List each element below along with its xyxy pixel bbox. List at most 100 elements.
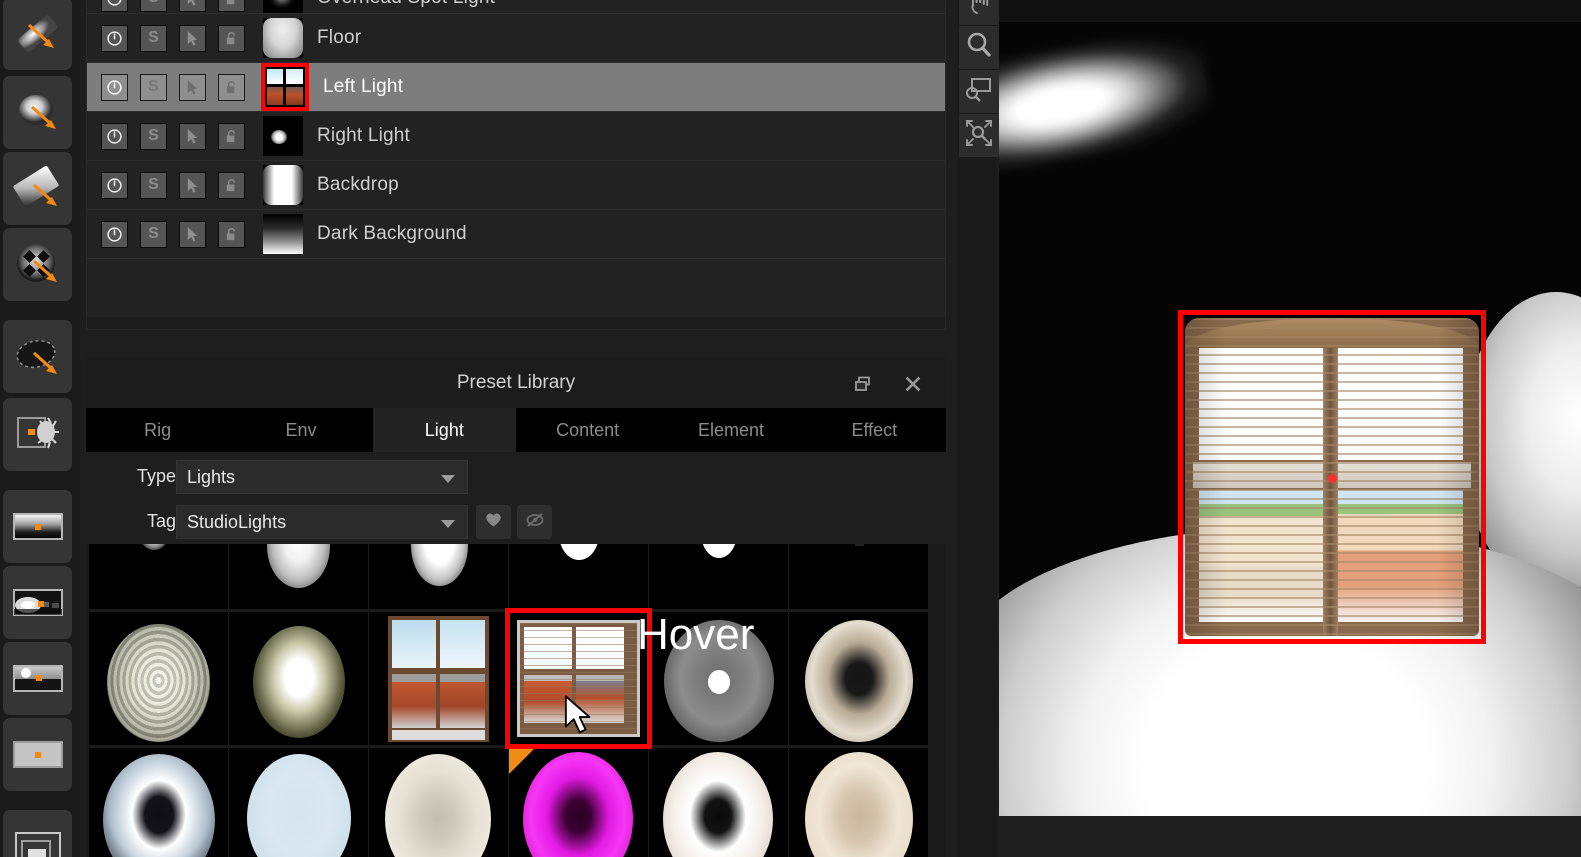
power-toggle[interactable] [101, 171, 128, 199]
hidden-filter-button[interactable] [517, 505, 552, 539]
hdri-env-tool[interactable] [3, 566, 72, 639]
viewport-render[interactable] [999, 22, 1581, 816]
preset-item[interactable] [789, 544, 928, 609]
scene-row-dark-background[interactable]: S Dark Background [87, 210, 945, 259]
row-thumbnail [263, 214, 303, 254]
sun-env-tool[interactable] [3, 642, 72, 715]
preset-item[interactable] [89, 612, 228, 745]
flat-env-tool[interactable] [3, 718, 72, 791]
checker-tool[interactable] [3, 228, 72, 301]
select-toggle[interactable] [179, 122, 206, 150]
row-thumbnail-highlighted[interactable] [261, 63, 309, 111]
favorite-filter-button[interactable] [476, 505, 511, 539]
tab-content[interactable]: Content [515, 408, 660, 452]
preset-grid[interactable]: N [86, 544, 946, 857]
power-toggle[interactable] [101, 0, 128, 12]
lock-toggle[interactable] [218, 122, 245, 150]
type-value: Lights [187, 466, 236, 487]
hover-annotation-text: Hover [637, 610, 755, 659]
preset-item[interactable] [509, 544, 648, 609]
zoom-tool[interactable] [959, 26, 999, 69]
rotate-arrow-icon [10, 85, 66, 141]
pan-tool[interactable] [959, 0, 999, 25]
preset-item[interactable] [89, 544, 228, 609]
viewport-bottom-bar [999, 816, 1581, 857]
row-thumbnail [263, 116, 303, 156]
preset-item[interactable] [649, 748, 788, 857]
lock-toggle[interactable] [218, 0, 245, 12]
preset-item[interactable] [229, 544, 368, 609]
hdri-strip-icon [10, 575, 66, 631]
preset-item[interactable]: N [509, 748, 648, 857]
tab-light[interactable]: Light [372, 408, 516, 452]
scale-plane-tool[interactable] [3, 152, 72, 225]
type-label: Type [136, 466, 176, 486]
scene-row-backdrop[interactable]: S Backdrop [87, 161, 945, 210]
select-toggle[interactable] [179, 0, 206, 12]
tag-label: Tag [146, 511, 176, 531]
preset-library-titlebar: Preset Library [86, 357, 946, 408]
light-panel-tool[interactable] [3, 398, 72, 471]
tag-dropdown[interactable]: StudioLights [176, 505, 468, 539]
power-toggle[interactable] [101, 24, 128, 52]
falloff-tool[interactable] [3, 320, 72, 393]
zoom-region-tool[interactable] [959, 70, 999, 113]
stack-tool[interactable] [3, 810, 72, 857]
tab-effect[interactable]: Effect [802, 408, 946, 452]
shadow-toggle[interactable]: S [140, 171, 167, 199]
select-toggle[interactable] [179, 24, 206, 52]
chevron-down-icon [441, 520, 455, 528]
preset-library-panel: Preset Library Rig Env Light Content Ele… [86, 357, 946, 857]
preset-item[interactable] [229, 612, 368, 745]
preset-library-tabs: Rig Env Light Content Element Effect [86, 408, 946, 452]
tab-rig[interactable]: Rig [86, 408, 230, 452]
mouse-cursor [563, 695, 595, 742]
shadow-toggle[interactable]: S [140, 220, 167, 248]
zoom-fit-tool[interactable] [959, 114, 999, 157]
power-toggle[interactable] [101, 73, 128, 101]
shadow-toggle[interactable]: S [140, 0, 167, 12]
scene-row-right-light[interactable]: S Right Light [87, 112, 945, 161]
3d-render-viewport[interactable] [999, 0, 1581, 857]
tag-value: StudioLights [187, 511, 287, 532]
preset-item[interactable] [89, 748, 228, 857]
scene-row-left-light[interactable]: S Left Light [87, 63, 945, 112]
shadow-toggle[interactable]: S [140, 24, 167, 52]
preset-item[interactable] [369, 612, 508, 745]
scene-row-overhead-spot-light[interactable]: S Overhead Spot Light [87, 0, 945, 14]
scene-row-floor[interactable]: S Floor [87, 14, 945, 63]
lock-toggle[interactable] [218, 24, 245, 52]
scene-row-label: Right Light [317, 125, 411, 146]
heart-icon [484, 511, 503, 534]
select-toggle[interactable] [179, 220, 206, 248]
power-toggle[interactable] [101, 220, 128, 248]
light-panel-icon [10, 407, 66, 463]
type-dropdown[interactable]: Lights [176, 460, 468, 494]
preset-item[interactable] [369, 544, 508, 609]
select-toggle[interactable] [179, 171, 206, 199]
preset-item[interactable] [789, 748, 928, 857]
preset-item[interactable] [649, 544, 788, 609]
panel-title: Preset Library [456, 371, 576, 393]
gradient-env-tool[interactable] [3, 490, 72, 563]
zoom-fit-icon [964, 118, 994, 153]
preset-item[interactable] [229, 748, 368, 857]
lock-toggle[interactable] [218, 171, 245, 199]
lock-toggle[interactable] [218, 73, 245, 101]
scene-list-empty-area[interactable] [87, 259, 945, 317]
shadow-toggle[interactable]: S [140, 73, 167, 101]
tab-element[interactable]: Element [659, 408, 803, 452]
preset-item[interactable] [789, 612, 928, 745]
eye-slash-icon [525, 511, 545, 534]
move-tool[interactable] [3, 0, 72, 70]
shadow-toggle[interactable]: S [140, 122, 167, 150]
select-toggle[interactable] [179, 73, 206, 101]
light-gizmo-handle[interactable] [1328, 474, 1337, 483]
tab-env[interactable]: Env [229, 408, 373, 452]
lock-toggle[interactable] [218, 220, 245, 248]
undock-icon[interactable] [852, 373, 874, 395]
preset-item[interactable] [369, 748, 508, 857]
rotate-blur-tool[interactable] [3, 76, 72, 149]
close-icon[interactable] [902, 373, 924, 395]
power-toggle[interactable] [101, 122, 128, 150]
